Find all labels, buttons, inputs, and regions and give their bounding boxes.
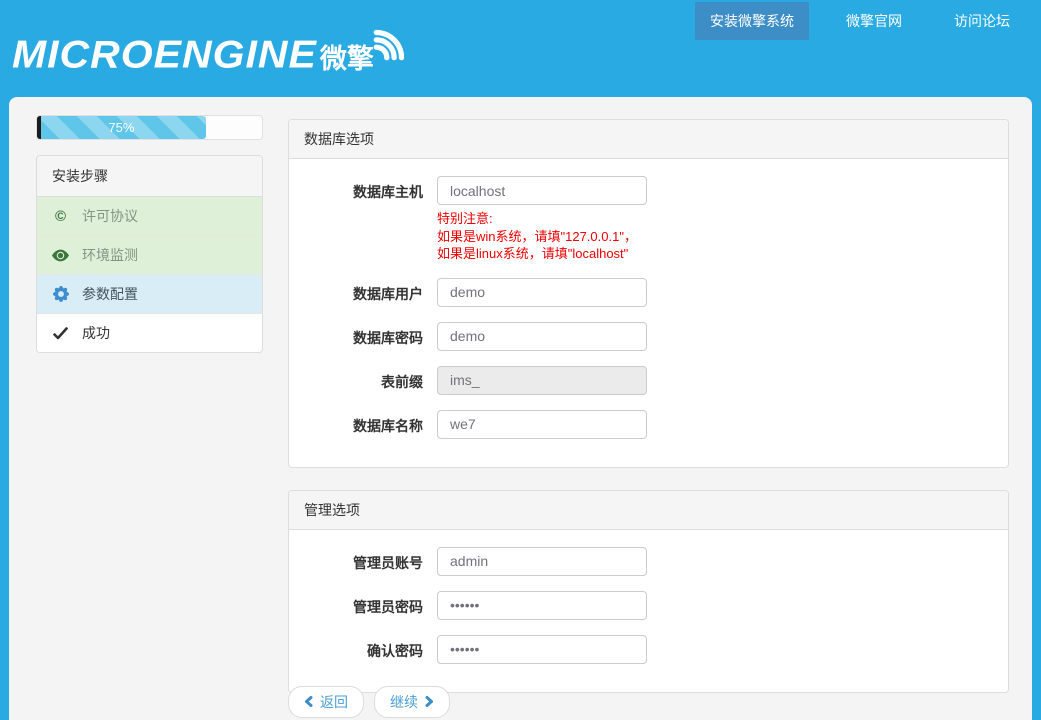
db-host-input[interactable] [437,176,647,205]
install-progress-bar: 75% [36,115,263,140]
db-host-warning: 特别注意: 如果是win系统，请填"127.0.0.1"， 如果是linux系统… [437,210,993,263]
nav-install-system[interactable]: 安装微擎系统 [695,2,809,40]
confirm-password-input[interactable] [437,635,647,664]
table-prefix-input [437,366,647,395]
eye-icon [52,247,69,264]
main-column: 数据库选项 数据库主机 特别注意: 如果是win系统，请填"127.0.0.1"… [288,119,1009,693]
admin-account-label: 管理员账号 [304,547,437,573]
header-nav: 安装微擎系统 微擎官网 访问论坛 [695,2,1025,40]
logo-text: MICROENGINE [12,35,317,74]
step-label: 环境监测 [82,245,138,265]
db-name-row: 数据库名称 [304,410,993,439]
db-host-row: 数据库主机 [304,176,993,205]
step-parameters[interactable]: 参数配置 [37,275,262,314]
db-password-label: 数据库密码 [304,322,437,348]
logo-cn-text: 微擎 [320,46,374,75]
step-label: 成功 [82,323,110,343]
back-button-label: 返回 [320,692,348,712]
db-host-label: 数据库主机 [304,176,437,202]
progress-label: 75% [108,120,134,135]
continue-button-label: 继续 [390,692,418,712]
install-sidebar: 75% 安装步骤 © 许可协议 环境监测 [36,115,263,353]
db-user-label: 数据库用户 [304,278,437,304]
warning-line: 如果是win系统，请填"127.0.0.1"， [437,228,993,246]
license-icon: © [52,208,69,225]
check-icon [52,325,69,342]
admin-password-row: 管理员密码 [304,591,993,620]
nav-forum[interactable]: 访问论坛 [939,2,1025,40]
microengine-logo: MICROENGINE 微擎 [12,22,412,75]
warning-line: 特别注意: [437,210,993,228]
admin-account-input[interactable] [437,547,647,576]
continue-button[interactable]: 继续 [374,686,450,718]
wizard-footer: 返回 继续 [288,686,450,718]
db-user-row: 数据库用户 [304,278,993,307]
warning-line: 如果是linux系统，请填"localhost" [437,245,993,263]
admin-account-row: 管理员账号 [304,547,993,576]
step-label: 参数配置 [82,284,138,304]
db-name-input[interactable] [437,410,647,439]
progress-fill: 75% [37,116,206,139]
database-options-panel: 数据库选项 数据库主机 特别注意: 如果是win系统，请填"127.0.0.1"… [288,119,1009,468]
confirm-password-row: 确认密码 [304,635,993,664]
steps-panel-title: 安装步骤 [37,156,262,197]
progress-left-notch [37,115,41,140]
database-panel-title: 数据库选项 [289,120,1008,159]
wifi-signal-icon [370,22,412,69]
top-header: MICROENGINE 微擎 安装微擎系统 微擎官网 访问论坛 [0,0,1041,97]
admin-password-input[interactable] [437,591,647,620]
db-password-input[interactable] [437,322,647,351]
back-button[interactable]: 返回 [288,686,364,718]
table-prefix-label: 表前缀 [304,366,437,392]
db-user-input[interactable] [437,278,647,307]
step-license[interactable]: © 许可协议 [37,197,262,236]
install-steps-panel: 安装步骤 © 许可协议 环境监测 [36,155,263,353]
gear-icon [52,286,69,303]
db-password-row: 数据库密码 [304,322,993,351]
admin-panel-title: 管理选项 [289,491,1008,530]
chevron-right-icon [425,694,434,710]
admin-password-label: 管理员密码 [304,591,437,617]
nav-official-site[interactable]: 微擎官网 [831,2,917,40]
confirm-password-label: 确认密码 [304,635,437,661]
admin-options-panel: 管理选项 管理员账号 管理员密码 确认密码 [288,490,1009,693]
table-prefix-row: 表前缀 [304,366,993,395]
chevron-left-icon [304,694,313,710]
step-success[interactable]: 成功 [37,314,262,352]
step-label: 许可协议 [82,206,138,226]
db-name-label: 数据库名称 [304,410,437,436]
step-environment-check[interactable]: 环境监测 [37,236,262,275]
content-wrapper: 75% 安装步骤 © 许可协议 环境监测 [9,97,1032,720]
